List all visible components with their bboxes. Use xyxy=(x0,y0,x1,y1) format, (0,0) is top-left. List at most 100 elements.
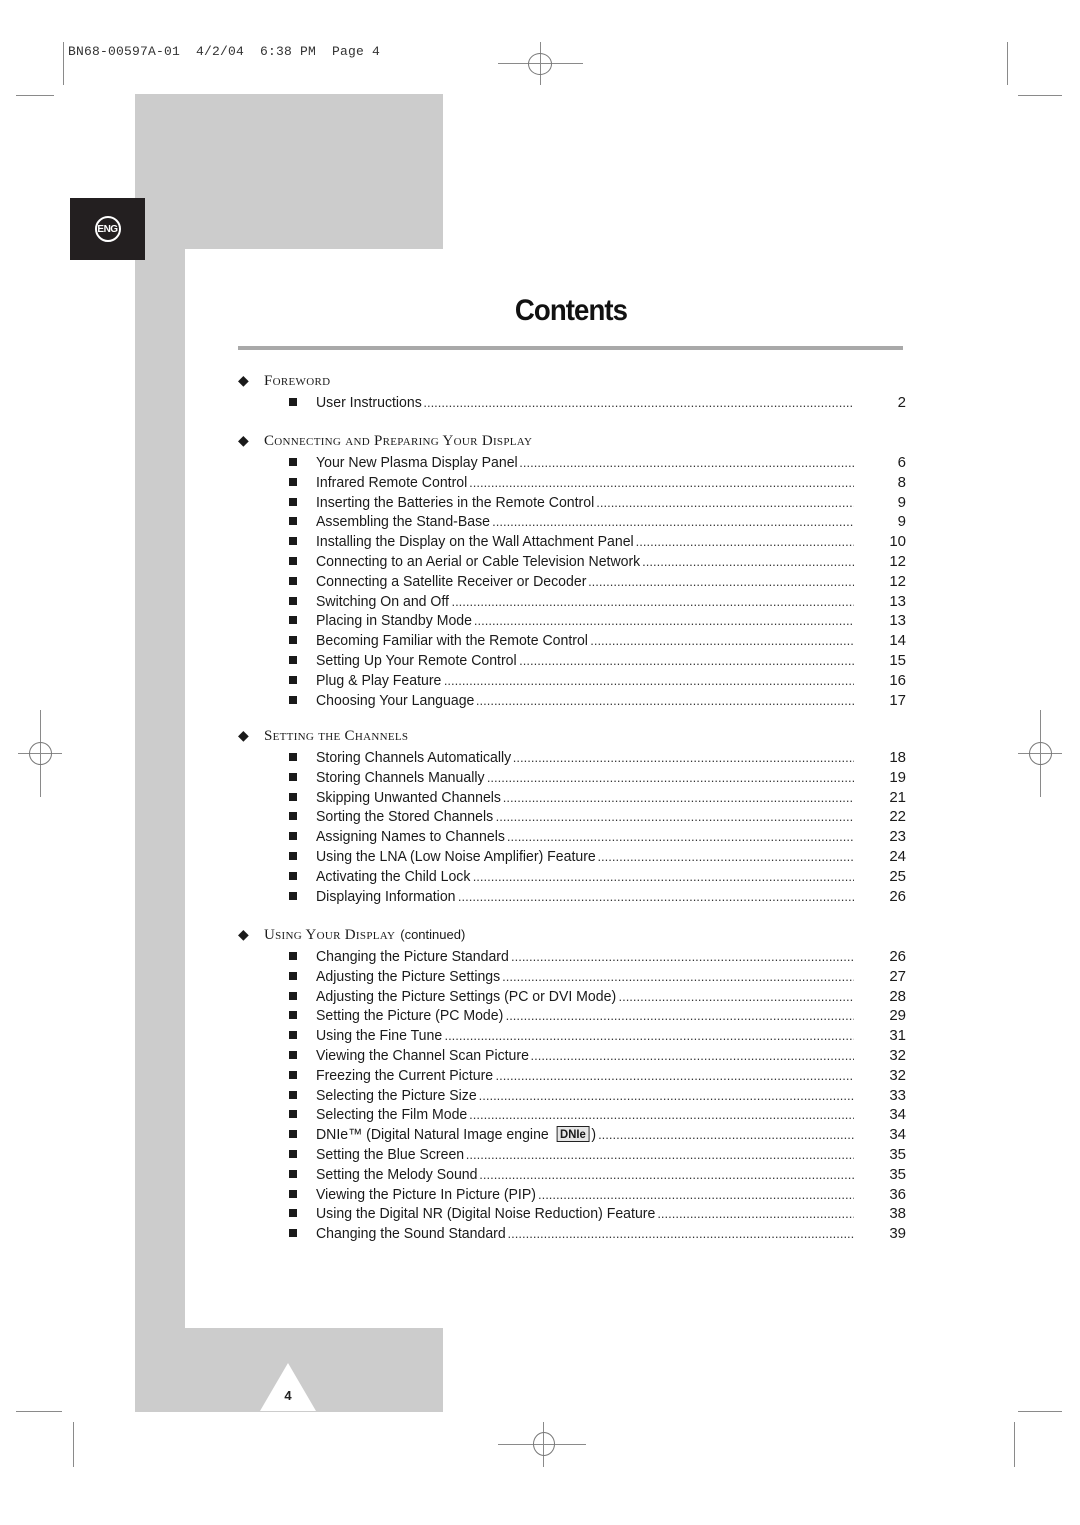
square-bullet-icon xyxy=(289,556,297,565)
entry-page-number: 31 xyxy=(889,1027,906,1045)
section-heading: ◆ Using Your Display (continued) xyxy=(238,926,910,948)
toc-entry[interactable]: Using the LNA (Low Noise Amplifier) Feat… xyxy=(238,848,910,868)
toc-entry[interactable]: Viewing the Picture In Picture (PIP)....… xyxy=(238,1186,910,1206)
entry-page-number: 32 xyxy=(889,1046,906,1064)
toc-entry[interactable]: Assembling the Stand-Base...............… xyxy=(238,513,910,533)
square-bullet-icon xyxy=(289,851,297,860)
entry-title-text: Using the Fine Tune xyxy=(316,1027,443,1045)
toc-entry[interactable]: Using the Digital NR (Digital Noise Redu… xyxy=(238,1205,910,1225)
entry-title-text: Selecting the Film Mode xyxy=(316,1106,468,1124)
square-bullet-icon xyxy=(289,695,297,704)
dot-leader: ........................................… xyxy=(597,848,854,864)
entry-title-text: DNIe™ (Digital Natural Image engine xyxy=(316,1126,549,1144)
entry-title: Displaying Information xyxy=(316,888,456,905)
entry-title-text: Assigning Names to Channels xyxy=(316,828,505,846)
dot-leader: ........................................… xyxy=(642,553,854,569)
toc-entry[interactable]: Activating the Child Lock...............… xyxy=(238,868,910,888)
crop-mark xyxy=(1014,1422,1015,1467)
dot-leader: ........................................… xyxy=(530,1047,854,1063)
square-bullet-icon xyxy=(289,812,297,821)
crop-mark xyxy=(1018,95,1062,96)
dot-leader: ........................................… xyxy=(495,1067,854,1083)
entry-title: Activating the Child Lock xyxy=(316,868,470,885)
registration-mark xyxy=(528,53,552,75)
toc-entry[interactable]: Setting the Melody Sound................… xyxy=(238,1166,910,1186)
toc-entry[interactable]: Your New Plasma Display Panel...........… xyxy=(238,454,910,474)
toc-entry[interactable]: Changing the Picture Standard...........… xyxy=(238,948,910,968)
dot-leader: ........................................… xyxy=(475,692,854,708)
entry-title: Using the LNA (Low Noise Amplifier) Feat… xyxy=(316,848,596,865)
dot-leader: ........................................… xyxy=(465,1146,854,1162)
dot-leader: ........................................… xyxy=(590,633,854,649)
dot-leader: ........................................… xyxy=(495,809,854,825)
entry-title: Changing the Sound Standard xyxy=(316,1225,506,1242)
entry-page-number: 6 xyxy=(897,454,906,471)
entry-title-text: Inserting the Batteries in the Remote Co… xyxy=(316,493,595,511)
entry-title-text: Freezing the Current Picture xyxy=(316,1066,494,1084)
square-bullet-icon xyxy=(289,398,297,406)
crop-mark xyxy=(1007,42,1008,85)
crop-mark xyxy=(16,1411,62,1412)
toc-entry[interactable]: Freezing the Current Picture............… xyxy=(238,1067,910,1087)
square-bullet-icon xyxy=(289,537,297,546)
section-heading: ◆ Connecting and Preparing Your Display xyxy=(238,432,910,454)
toc-entry[interactable]: Infrared Remote Control.................… xyxy=(238,474,910,494)
toc-entry[interactable]: Selecting the Picture Size..............… xyxy=(238,1087,910,1107)
toc-entry[interactable]: Connecting to an Aerial or Cable Televis… xyxy=(238,553,910,573)
entry-title-text: Choosing Your Language xyxy=(316,691,475,709)
toc-entry[interactable]: Setting Up Your Remote Control..........… xyxy=(238,652,910,672)
toc-entry[interactable]: Becoming Familiar with the Remote Contro… xyxy=(238,632,910,652)
square-bullet-icon xyxy=(289,1110,297,1119)
toc-entry[interactable]: Adjusting the Picture Settings..........… xyxy=(238,968,910,988)
square-bullet-icon xyxy=(289,991,297,1000)
dot-leader: ........................................… xyxy=(537,1186,854,1202)
toc-entry[interactable]: Installing the Display on the Wall Attac… xyxy=(238,533,910,553)
toc-entry[interactable]: Changing the Sound Standard.............… xyxy=(238,1225,910,1245)
dnie-logo-text: DNIe xyxy=(560,1127,586,1142)
toc-entry[interactable]: Viewing the Channel Scan Picture........… xyxy=(238,1047,910,1067)
entry-page-number: 16 xyxy=(889,671,906,689)
toc-entry[interactable]: Setting the Blue Screen.................… xyxy=(238,1146,910,1166)
toc-entry[interactable]: Skipping Unwanted Channels..............… xyxy=(238,789,910,809)
toc-entry[interactable]: Storing Channels Manually...............… xyxy=(238,769,910,789)
toc-entry[interactable]: Placing in Standby Mode.................… xyxy=(238,612,910,632)
page-title: Contents xyxy=(514,294,628,327)
square-bullet-icon xyxy=(289,1130,297,1139)
entry-title: Your New Plasma Display Panel xyxy=(316,454,518,471)
entry-title: Connecting a Satellite Receiver or Decod… xyxy=(316,573,586,590)
toc-entry[interactable]: Connecting a Satellite Receiver or Decod… xyxy=(238,573,910,593)
toc-entry[interactable]: Switching On and Off....................… xyxy=(238,593,910,613)
entry-title-suffix: ) xyxy=(591,1126,597,1144)
entry-page-number: 21 xyxy=(889,788,906,806)
entry-title-text: Storing Channels Manually xyxy=(316,768,485,786)
toc-entry[interactable]: Plug & Play Feature.....................… xyxy=(238,672,910,692)
toc-entry[interactable]: Assigning Names to Channels.............… xyxy=(238,828,910,848)
square-bullet-icon xyxy=(289,596,297,605)
toc-entry[interactable]: Using the Fine Tune.....................… xyxy=(238,1027,910,1047)
entry-title-text: Setting Up Your Remote Control xyxy=(316,651,517,669)
toc-entry[interactable]: Displaying Information..................… xyxy=(238,888,910,908)
toc-entry[interactable]: DNIe™ (Digital Natural Image engine DNIe)… xyxy=(238,1126,910,1146)
entry-page-number: 17 xyxy=(889,691,906,709)
toc-entry[interactable]: User Instructions.......................… xyxy=(238,394,910,414)
dot-leader: ........................................… xyxy=(502,789,854,805)
page-number: 4 xyxy=(284,1388,292,1403)
toc-entry[interactable]: Setting the Picture (PC Mode)...........… xyxy=(238,1007,910,1027)
dot-leader: ........................................… xyxy=(479,1166,854,1182)
entry-title-text: Activating the Child Lock xyxy=(316,867,471,885)
toc-entry[interactable]: Adjusting the Picture Settings (PC or DV… xyxy=(238,988,910,1008)
language-badge-label: ENG xyxy=(94,216,121,242)
toc-entry[interactable]: Selecting the Film Mode.................… xyxy=(238,1106,910,1126)
page-frame-left xyxy=(135,249,185,1329)
title-divider xyxy=(238,346,903,350)
toc-entry[interactable]: Sorting the Stored Channels.............… xyxy=(238,808,910,828)
entry-title: Setting the Picture (PC Mode) xyxy=(316,1007,503,1024)
toc-section: ◆ Foreword User Instructions..............… xyxy=(238,372,910,414)
dot-leader: ........................................… xyxy=(469,474,854,490)
toc-entry[interactable]: Storing Channels Automatically..........… xyxy=(238,749,910,769)
toc-entry[interactable]: Choosing Your Language..................… xyxy=(238,692,910,712)
square-bullet-icon xyxy=(289,792,297,801)
section-title: Using Your Display xyxy=(264,927,396,943)
dot-leader: ........................................… xyxy=(506,829,854,845)
toc-entry[interactable]: Inserting the Batteries in the Remote Co… xyxy=(238,494,910,514)
